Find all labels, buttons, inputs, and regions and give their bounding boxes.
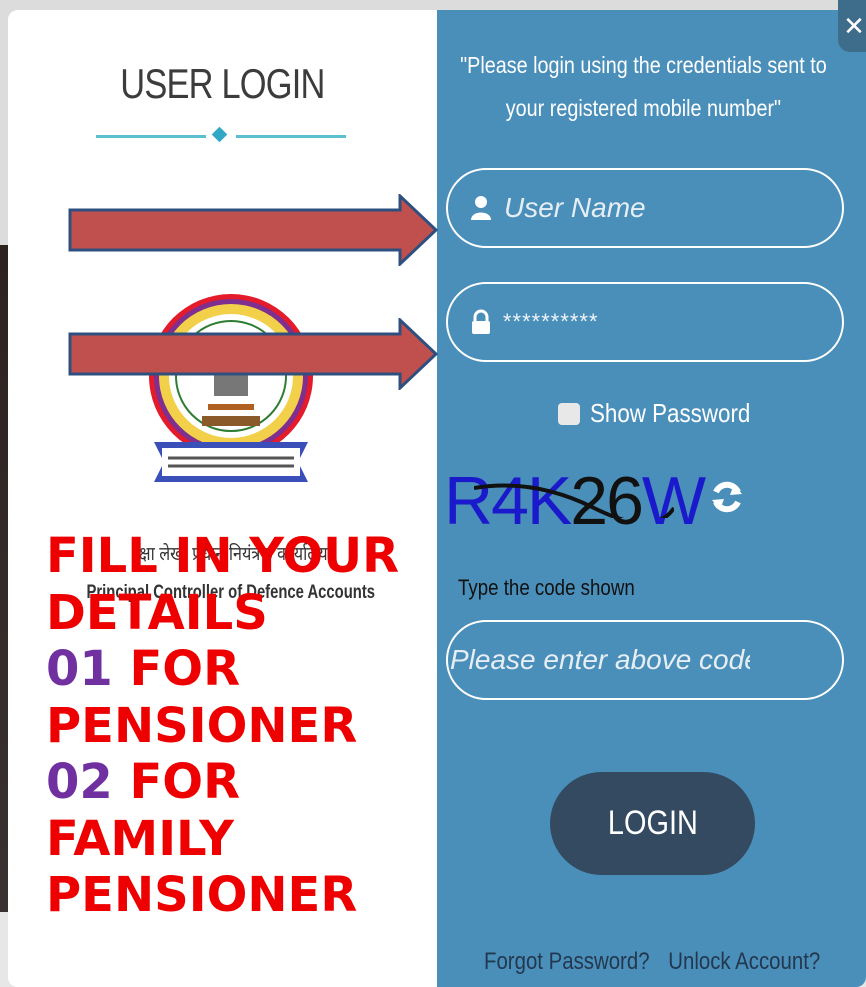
captcha-code-input[interactable]: [448, 643, 780, 677]
arrow-to-username: [68, 194, 439, 266]
account-links: Forgot Password? Unlock Account?: [484, 948, 839, 976]
login-title: USER LOGIN: [120, 60, 325, 107]
instruction-line-5: 02 FOR: [46, 754, 446, 811]
arrow-to-password: [68, 318, 439, 390]
instruction-line-5-text: FOR: [112, 754, 241, 810]
divider-right: [236, 135, 346, 138]
lock-icon: [472, 309, 490, 334]
divider-left: [96, 135, 206, 138]
username-field[interactable]: [446, 168, 844, 248]
instruction-line-4: PENSIONER: [46, 697, 358, 754]
close-icon[interactable]: ✕: [838, 0, 866, 52]
refresh-captcha-icon[interactable]: [708, 478, 746, 516]
instruction-line-6: FAMILY: [46, 810, 234, 867]
login-button-label: LOGIN: [607, 804, 698, 842]
forgot-password-link[interactable]: Forgot Password?: [484, 948, 650, 975]
captcha-code-field[interactable]: [446, 620, 844, 700]
password-input[interactable]: **********: [502, 309, 598, 335]
captcha-code-label: Type the code shown: [458, 575, 635, 600]
instruction-line-3-text: FOR: [112, 641, 241, 697]
password-field[interactable]: **********: [446, 282, 844, 362]
show-password-label: Show Password: [590, 398, 751, 428]
instruction-line-2: DETAILS: [46, 584, 268, 641]
divider-diamond: [211, 126, 228, 143]
option-number-2: 02: [46, 754, 113, 810]
login-button[interactable]: LOGIN: [550, 772, 755, 875]
option-number-1: 01: [46, 641, 113, 697]
username-input[interactable]: [502, 191, 806, 225]
login-notice: "Please login using the credentials sent…: [460, 52, 827, 121]
instruction-overlay: FILL IN YOUR DETAILS 01 FOR PENSIONER 02…: [46, 528, 446, 924]
instruction-line-7: PENSIONER: [46, 867, 358, 923]
instruction-line-1: FILL IN YOUR: [46, 528, 400, 584]
show-password-checkbox[interactable]: [558, 402, 580, 425]
user-icon: [471, 196, 491, 220]
show-password-toggle[interactable]: Show Password: [558, 398, 776, 429]
instruction-line-3: 01 FOR: [46, 641, 446, 698]
unlock-account-link[interactable]: Unlock Account?: [668, 948, 820, 975]
captcha-strike-line: [474, 483, 674, 518]
